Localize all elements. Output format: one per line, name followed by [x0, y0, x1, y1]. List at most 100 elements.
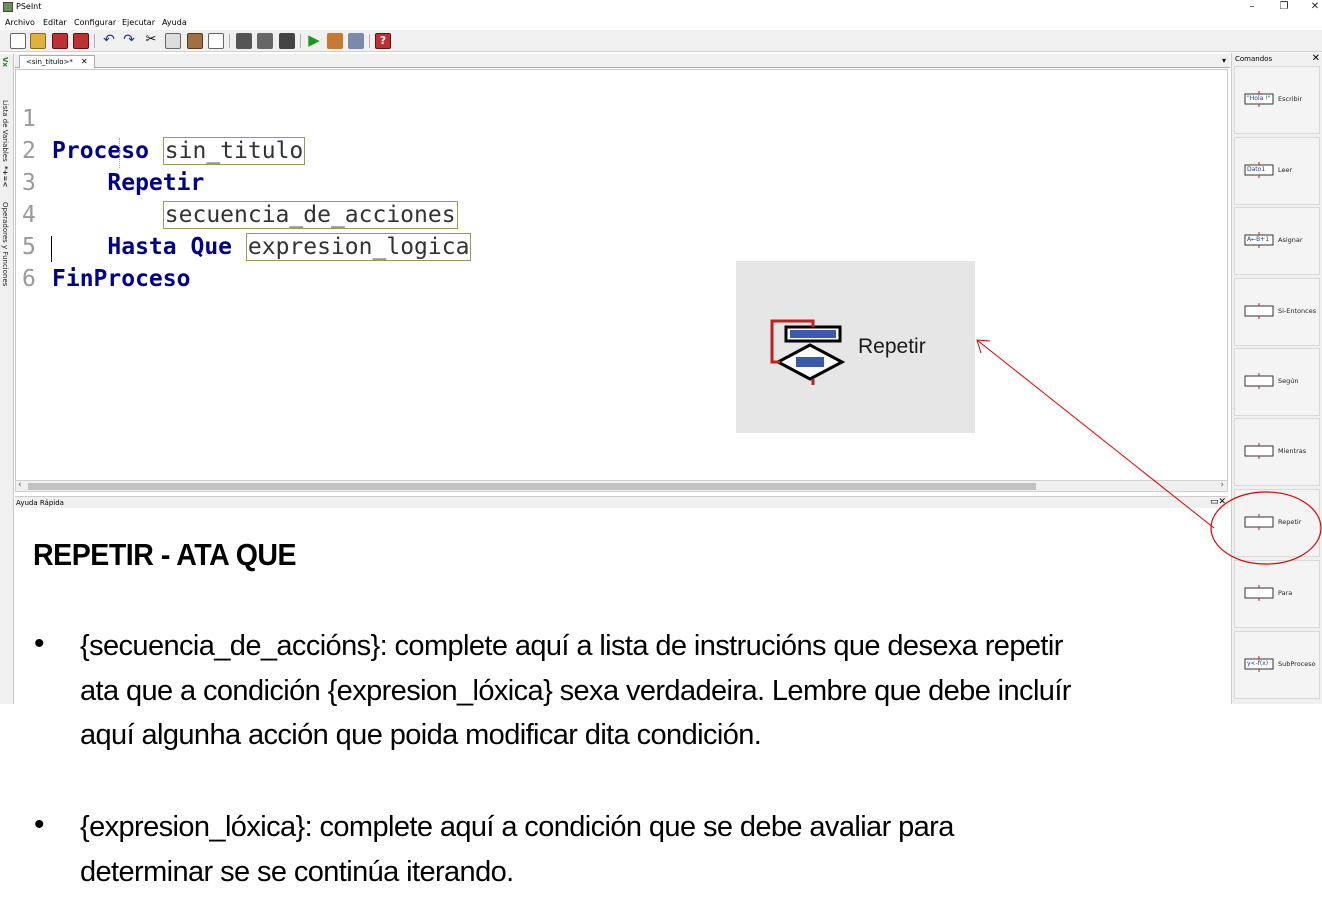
save-as-icon[interactable]: [73, 33, 89, 49]
command-label: Leer: [1278, 166, 1293, 174]
operators-icon[interactable]: *+=<: [1, 166, 9, 187]
redo-icon[interactable]: ↷: [121, 33, 137, 49]
commands-header: Comandos ✕: [1232, 53, 1322, 65]
restore-button[interactable]: ❐: [1269, 0, 1299, 15]
editor-tab-strip: <sin_titulo>* ✕ ▾: [15, 54, 1230, 68]
tab-close-icon[interactable]: ✕: [81, 57, 88, 66]
save-icon[interactable]: [52, 33, 68, 49]
cut-icon[interactable]: ✂: [143, 33, 159, 49]
para-icon: [1243, 585, 1275, 601]
command-label: Asignar: [1278, 236, 1303, 244]
bullet-marker: •: [34, 808, 45, 841]
toolbar: ↶ ↷ ✂ ▶ ?: [0, 30, 1322, 52]
new-file-icon[interactable]: [10, 33, 26, 49]
menu-archivo[interactable]: Archivo: [5, 18, 35, 27]
window-title: PSeInt: [16, 2, 42, 11]
command-subproceso-button[interactable]: y<-f(x) SubProceso: [1234, 631, 1320, 699]
indent-guide: [119, 138, 120, 168]
code-line: 1 Proceso sin_titulo: [16, 71, 1227, 165]
bullet-2-line: {expresion_lóxica}: complete aquí a cond…: [80, 811, 954, 843]
variables-icon[interactable]: Vx: [1, 57, 9, 67]
operators-tab[interactable]: Operadores y Funciones: [1, 202, 9, 286]
repetir-flowchart-icon: [770, 319, 846, 385]
left-side-panel: Vx Lista de Variables *+=< Operadores y …: [0, 54, 14, 704]
scroll-right-icon[interactable]: ›: [1220, 480, 1224, 490]
command-label: Si-Entonces: [1278, 307, 1317, 315]
code-editor[interactable]: 1 Proceso sin_titulo 2 Repetir 3 secuenc…: [15, 69, 1228, 481]
asignar-icon: A←B+1: [1243, 232, 1275, 248]
menu-configurar[interactable]: Configurar: [74, 18, 116, 27]
app-logo-icon: [3, 2, 13, 12]
step-run-icon[interactable]: [327, 33, 343, 49]
menu-bar: Archivo Editar Configurar Ejecutar Ayuda: [0, 15, 1322, 30]
commands-panel: Comandos ✕ "Hola !" Escribir Dato1 Leer A←B+…: [1231, 53, 1322, 704]
menu-editar[interactable]: Editar: [43, 18, 67, 27]
quick-help-header: Ayuda Rápida ▭✕: [15, 496, 1228, 508]
bullet-2-text: {expresion_lóxica}: complete aquí a cond…: [80, 805, 1200, 894]
run-icon[interactable]: ▶: [306, 33, 322, 49]
help-icon[interactable]: ?: [375, 33, 391, 49]
slide-heading: REPETIR - ATA QUE: [33, 537, 297, 572]
tab-sin-titulo[interactable]: <sin_titulo>* ✕: [19, 55, 95, 68]
help-panel-controls-icon[interactable]: ▭✕: [1210, 497, 1226, 507]
bullet-marker: •: [34, 627, 45, 660]
flowchart-icon[interactable]: [348, 33, 364, 49]
segun-icon: [1243, 373, 1275, 389]
subproceso-icon: y<-f(x): [1243, 656, 1275, 672]
si-entonces-icon: [1243, 303, 1275, 319]
minimize-button[interactable]: –: [1237, 0, 1267, 15]
repetir-icon: [1243, 514, 1275, 530]
open-folder-icon[interactable]: [30, 33, 46, 49]
command-escribir-button[interactable]: "Hola !" Escribir: [1234, 66, 1320, 134]
code-line: 6: [16, 231, 1227, 292]
command-seg-n-button[interactable]: Según: [1234, 348, 1320, 416]
command-label: Escribir: [1278, 95, 1303, 103]
undo-icon[interactable]: ↶: [101, 33, 117, 49]
editor-horizontal-scrollbar[interactable]: ‹ ›: [15, 480, 1228, 492]
title-bar: PSeInt – ❐ ✕: [0, 0, 1322, 15]
code-line: 5 FinProceso: [16, 199, 1227, 292]
indent-icon[interactable]: [208, 33, 224, 49]
command-icon-text: A←B+1: [1247, 236, 1270, 243]
commands-close-icon[interactable]: ✕: [1312, 53, 1320, 64]
command-si-entonces-button[interactable]: Si-Entonces: [1234, 278, 1320, 346]
command-repetir-button[interactable]: Repetir: [1234, 489, 1320, 557]
command-label: Repetir: [1278, 518, 1302, 526]
command-para-button[interactable]: Para: [1234, 560, 1320, 628]
command-mientras-button[interactable]: Mientras: [1234, 418, 1320, 486]
command-label: SubProceso: [1278, 660, 1316, 668]
bullet-2-line: determinar se se continúa iterando.: [80, 855, 514, 888]
command-icon-text: Dato1: [1247, 166, 1266, 173]
copy-icon[interactable]: [165, 33, 181, 49]
text-caret: [51, 236, 52, 262]
command-label: Mientras: [1278, 447, 1307, 455]
code-line: 2 Repetir: [16, 103, 1227, 196]
mientras-icon: [1243, 443, 1275, 459]
command-leer-button[interactable]: Dato1 Leer: [1234, 137, 1320, 205]
variables-tab[interactable]: Lista de Variables: [1, 100, 9, 162]
preview-label: Repetir: [858, 335, 926, 358]
quick-help-title: Ayuda Rápida: [16, 499, 64, 507]
tab-list-dropdown-icon[interactable]: ▾: [1222, 56, 1226, 65]
scroll-left-icon[interactable]: ‹: [18, 480, 22, 490]
command-asignar-button[interactable]: A←B+1 Asignar: [1234, 207, 1320, 275]
paste-icon[interactable]: [187, 33, 203, 49]
close-window-button[interactable]: ✕: [1300, 0, 1322, 15]
line-number: 6: [22, 266, 36, 292]
code-line: 3 secuencia_de_acciones: [16, 135, 1227, 229]
search-next-icon[interactable]: [257, 33, 273, 49]
bullet-1-line: ata que a condición {expresion_lóxica} s…: [80, 674, 1071, 707]
repetir-preview-callout: Repetir: [736, 261, 975, 433]
escribir-icon: "Hola !": [1243, 91, 1275, 107]
leer-icon: Dato1: [1243, 162, 1275, 178]
replace-icon[interactable]: [279, 33, 295, 49]
bullet-1-line: aquí algunha acción que poida modificar …: [80, 719, 762, 751]
command-label: Para: [1278, 589, 1293, 597]
bullet-1-text: {secuencia_de_accións}: complete aquí a …: [80, 624, 1200, 758]
bullet-1-line: {secuencia_de_accións}: complete aquí a …: [80, 630, 1063, 662]
menu-ejecutar[interactable]: Ejecutar: [122, 18, 155, 27]
scrollbar-thumb[interactable]: [28, 483, 1036, 490]
command-icon-text: y<-f(x): [1247, 660, 1269, 667]
search-icon[interactable]: [236, 33, 252, 49]
menu-ayuda[interactable]: Ayuda: [162, 18, 187, 27]
